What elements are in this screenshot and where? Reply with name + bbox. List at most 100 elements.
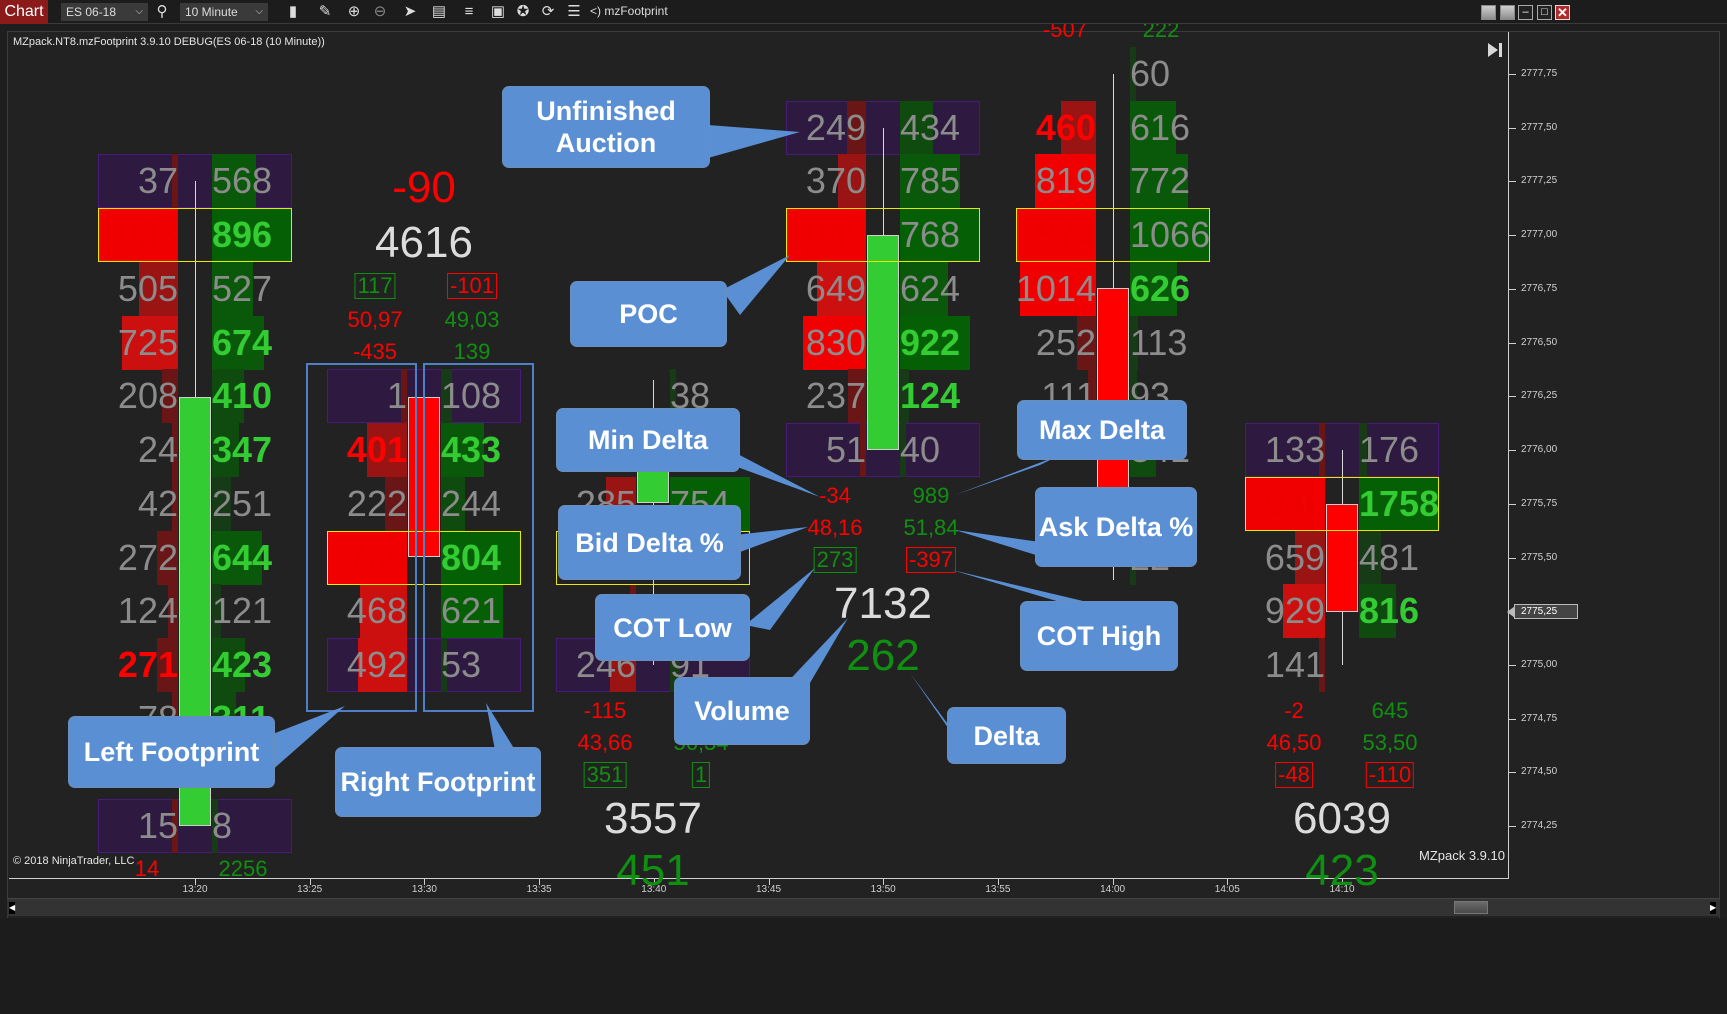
ask-cell: 434 xyxy=(900,100,1000,155)
bid-value: 124 xyxy=(117,590,178,632)
bid-cell: 830 xyxy=(766,315,866,370)
zoom-out-icon[interactable]: ⊖ xyxy=(370,2,390,22)
search-icon[interactable]: ⚲ xyxy=(152,2,172,22)
ask-cell: 410 xyxy=(212,369,312,424)
candle-body xyxy=(637,470,669,503)
bar-volume: 4616 xyxy=(375,218,473,267)
ask-cell: 113 xyxy=(1130,315,1230,370)
candle-body xyxy=(867,235,899,450)
stat-bid-pct: 46,50 xyxy=(1266,730,1322,756)
scroll-right-icon[interactable]: ▶ xyxy=(1710,902,1716,914)
timeframe-selector[interactable]: 10 Minute ⌵ xyxy=(180,3,268,21)
price-label: 2776,25 xyxy=(1521,390,1558,402)
price-tick xyxy=(1509,826,1516,828)
price-tick xyxy=(1509,396,1516,398)
ask-cell: 804 xyxy=(441,530,541,585)
tile-icon[interactable] xyxy=(1500,5,1515,20)
candle-body xyxy=(1326,504,1358,612)
bid-cell: 460 xyxy=(996,100,1096,155)
ask-cell: 1758 xyxy=(1359,476,1459,531)
templates-icon[interactable]: ▣ xyxy=(488,2,508,22)
callout-volume: Volume xyxy=(674,677,810,745)
chart-tab[interactable]: Chart xyxy=(0,0,48,24)
candle-body xyxy=(408,397,440,557)
price-label: 2777,75 xyxy=(1521,68,1558,79)
ask-cell: 816 xyxy=(1359,584,1459,639)
instrument-selector[interactable]: ES 06-18 ⌵ xyxy=(61,3,148,21)
bid-value: 929 xyxy=(1264,590,1325,632)
price-tick xyxy=(1509,557,1516,559)
scroll-left-icon[interactable]: ◀ xyxy=(9,902,15,914)
ask-value: 772 xyxy=(1130,160,1191,202)
ask-value: 568 xyxy=(212,160,273,202)
ask-value: 768 xyxy=(900,214,961,256)
price-label: 2777,25 xyxy=(1521,175,1558,187)
stat-min-delta: -2 xyxy=(1284,698,1304,724)
time-label: 13:25 xyxy=(297,884,323,895)
ask-value: 1758 xyxy=(1359,482,1440,524)
properties-icon[interactable]: ☰ xyxy=(564,2,584,22)
tile-icon[interactable] xyxy=(1481,5,1496,20)
zoom-in-icon[interactable]: ⊕ xyxy=(344,2,364,22)
ask-value: 251 xyxy=(212,482,273,524)
bar-type-icon[interactable]: ▮ xyxy=(283,2,303,22)
bid-cell: 51 xyxy=(766,423,866,478)
bid-value: 1 xyxy=(386,375,407,417)
minimize-icon[interactable]: – xyxy=(1518,5,1533,20)
ask-cell: 644 xyxy=(212,530,312,585)
callout-right-footprint: Right Footprint xyxy=(335,747,541,817)
strategies-icon[interactable]: ✪ xyxy=(513,2,533,22)
ask-value: 40 xyxy=(900,429,941,471)
bid-value: 24 xyxy=(137,429,178,471)
price-label: 2777,00 xyxy=(1521,229,1558,241)
price-label: 2776,75 xyxy=(1521,282,1558,294)
scroll-to-end-icon[interactable] xyxy=(1484,40,1504,60)
ask-value: 176 xyxy=(1359,429,1420,471)
price-tick xyxy=(1509,74,1516,75)
price-axis[interactable] xyxy=(1508,32,1509,879)
pointer-icon[interactable]: ➤ xyxy=(400,2,420,22)
ask-cell: 124 xyxy=(900,369,1000,424)
bid-value: 42 xyxy=(137,482,178,524)
stat-min-delta: -115 xyxy=(583,698,627,724)
scrollbar-thumb[interactable] xyxy=(1454,901,1488,914)
bid-value: 15 xyxy=(137,805,178,847)
ask-value: 60 xyxy=(1130,53,1171,94)
bid-value: 271 xyxy=(117,644,178,686)
ask-value: 108 xyxy=(441,375,502,417)
pencil-icon[interactable]: ✎ xyxy=(315,2,335,22)
bid-cell: 401 xyxy=(307,423,407,478)
callout-unfinished-auction: Unfinished Auction xyxy=(502,86,710,168)
ask-cell: 616 xyxy=(1130,100,1230,155)
bid-cell: 42 xyxy=(78,476,178,531)
price-label: 2776,00 xyxy=(1521,444,1558,456)
price-label: 2776,50 xyxy=(1521,336,1558,348)
indicators-menu[interactable]: <) mzFootprint xyxy=(590,4,668,18)
bid-cell: 1033 xyxy=(78,208,178,263)
horizontal-scrollbar[interactable]: ◀ ▶ xyxy=(7,898,1720,916)
bid-cell: 24 xyxy=(78,423,178,478)
stat-cot-low: 351 xyxy=(583,762,627,789)
ask-cell: 433 xyxy=(441,423,541,478)
ask-value: 1066 xyxy=(1130,214,1211,256)
bid-value: 492 xyxy=(346,644,407,686)
bid-value: 208 xyxy=(117,375,178,417)
ask-cell: 1066 xyxy=(1130,208,1230,263)
ask-cell: 176 xyxy=(1359,423,1459,478)
ask-cell: 53 xyxy=(441,638,541,693)
ask-value: 121 xyxy=(212,590,273,632)
ask-value: 644 xyxy=(212,536,273,578)
timeframe-value: 10 Minute xyxy=(185,5,238,19)
stat-max-delta: 989 xyxy=(912,483,950,509)
reload-icon[interactable]: ⟳ xyxy=(538,2,558,22)
ask-cell: 108 xyxy=(441,369,541,424)
chart-trader-icon[interactable]: ≡ xyxy=(459,2,479,22)
ask-cell: 896 xyxy=(212,208,312,263)
maximize-icon[interactable]: □ xyxy=(1537,5,1552,20)
data-box-icon[interactable]: ▤ xyxy=(429,2,449,22)
bid-value: 946 xyxy=(1264,482,1325,524)
close-icon[interactable]: ✕ xyxy=(1555,5,1570,20)
ask-value: 816 xyxy=(1359,590,1420,632)
ask-value: 124 xyxy=(900,375,961,417)
bid-cell: 819 xyxy=(996,154,1096,209)
